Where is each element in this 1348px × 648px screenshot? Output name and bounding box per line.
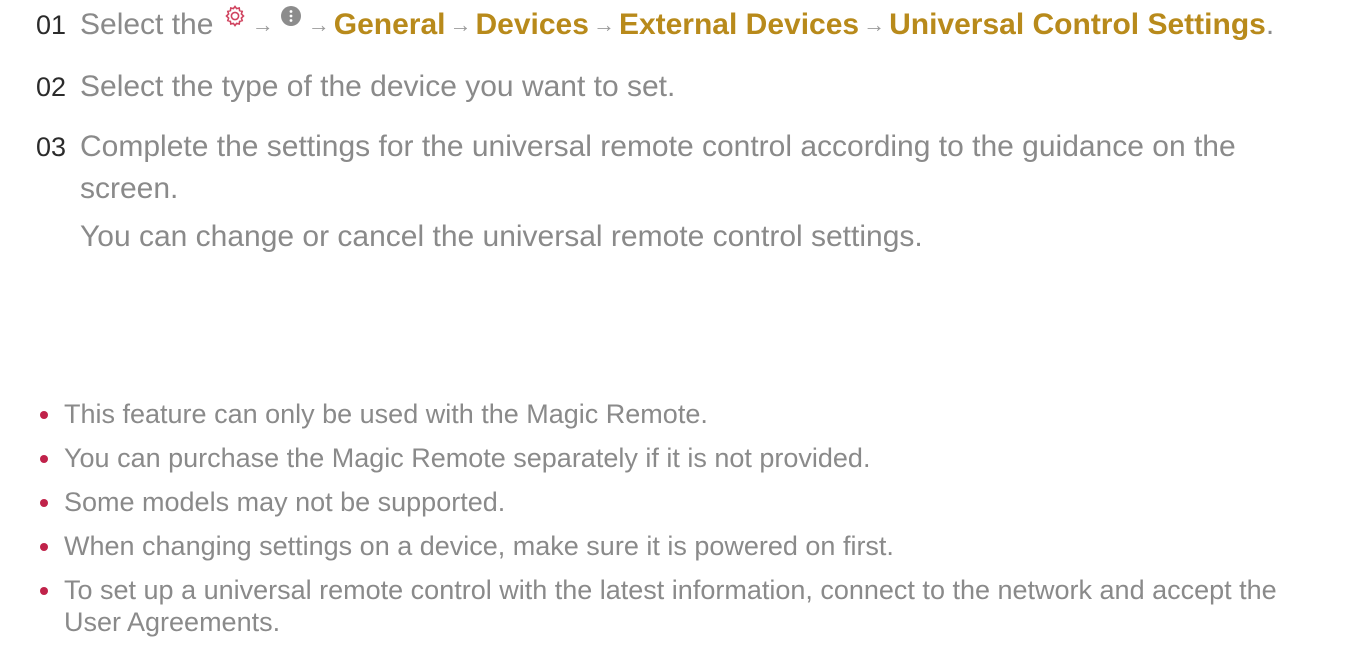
step-01: 01 Select the → → General → Devices → Externa… xyxy=(36,0,1326,48)
step-note: You can change or cancel the universal r… xyxy=(80,220,923,253)
arrow-right-icon: → xyxy=(307,12,330,37)
step-main-text: Complete the settings for the universal … xyxy=(80,130,1236,205)
step-number: 01 xyxy=(36,10,67,40)
step-prefix: Select the xyxy=(80,8,214,41)
list-item: When changing settings on a device, make… xyxy=(40,530,1330,562)
list-item: You can purchase the Magic Remote separa… xyxy=(40,442,1330,474)
step-number: 03 xyxy=(36,132,67,162)
path-external-devices[interactable]: External Devices xyxy=(619,8,859,41)
path-general[interactable]: General xyxy=(334,8,446,41)
step-number: 02 xyxy=(36,72,67,102)
arrow-right-icon: → xyxy=(251,12,274,37)
step-03: 03 Complete the settings for the univers… xyxy=(36,126,1326,258)
bullet-dot xyxy=(40,499,48,507)
step-text: Select the → → General → Devices → External D… xyxy=(80,4,1326,48)
step-suffix: . xyxy=(1265,8,1275,41)
bullet-dot xyxy=(40,587,48,595)
list-item: This feature can only be used with the M… xyxy=(40,398,1330,430)
bullet-dot xyxy=(40,543,48,551)
list-item: To set up a universal remote control wit… xyxy=(40,574,1330,638)
arrow-right-icon: → xyxy=(592,12,615,37)
list-item-text: This feature can only be used with the M… xyxy=(64,399,708,429)
path-universal-control-settings[interactable]: Universal Control Settings xyxy=(889,8,1266,41)
gear-icon xyxy=(224,0,246,39)
steps-list: 01 Select the → → General → Devices → Externa… xyxy=(36,0,1326,258)
list-item: Some models may not be supported. xyxy=(40,486,1330,518)
list-item-text: When changing settings on a device, make… xyxy=(64,531,894,561)
step-02: 02 Select the type of the device you wan… xyxy=(36,66,1326,108)
list-item-text: Some models may not be supported. xyxy=(64,487,506,517)
arrow-right-icon: → xyxy=(449,12,472,37)
step-text: Select the type of the device you want t… xyxy=(80,70,676,103)
path-devices[interactable]: Devices xyxy=(476,8,589,41)
bullet-dot xyxy=(40,455,48,463)
list-item-text: To set up a universal remote control wit… xyxy=(64,575,1277,637)
step-text: Complete the settings for the universal … xyxy=(80,126,1326,258)
arrow-right-icon: → xyxy=(863,12,886,37)
notes-list: This feature can only be used with the M… xyxy=(40,398,1330,638)
bullet-dot xyxy=(40,411,48,419)
list-item-text: You can purchase the Magic Remote separa… xyxy=(64,443,871,473)
more-options-icon xyxy=(280,0,302,39)
